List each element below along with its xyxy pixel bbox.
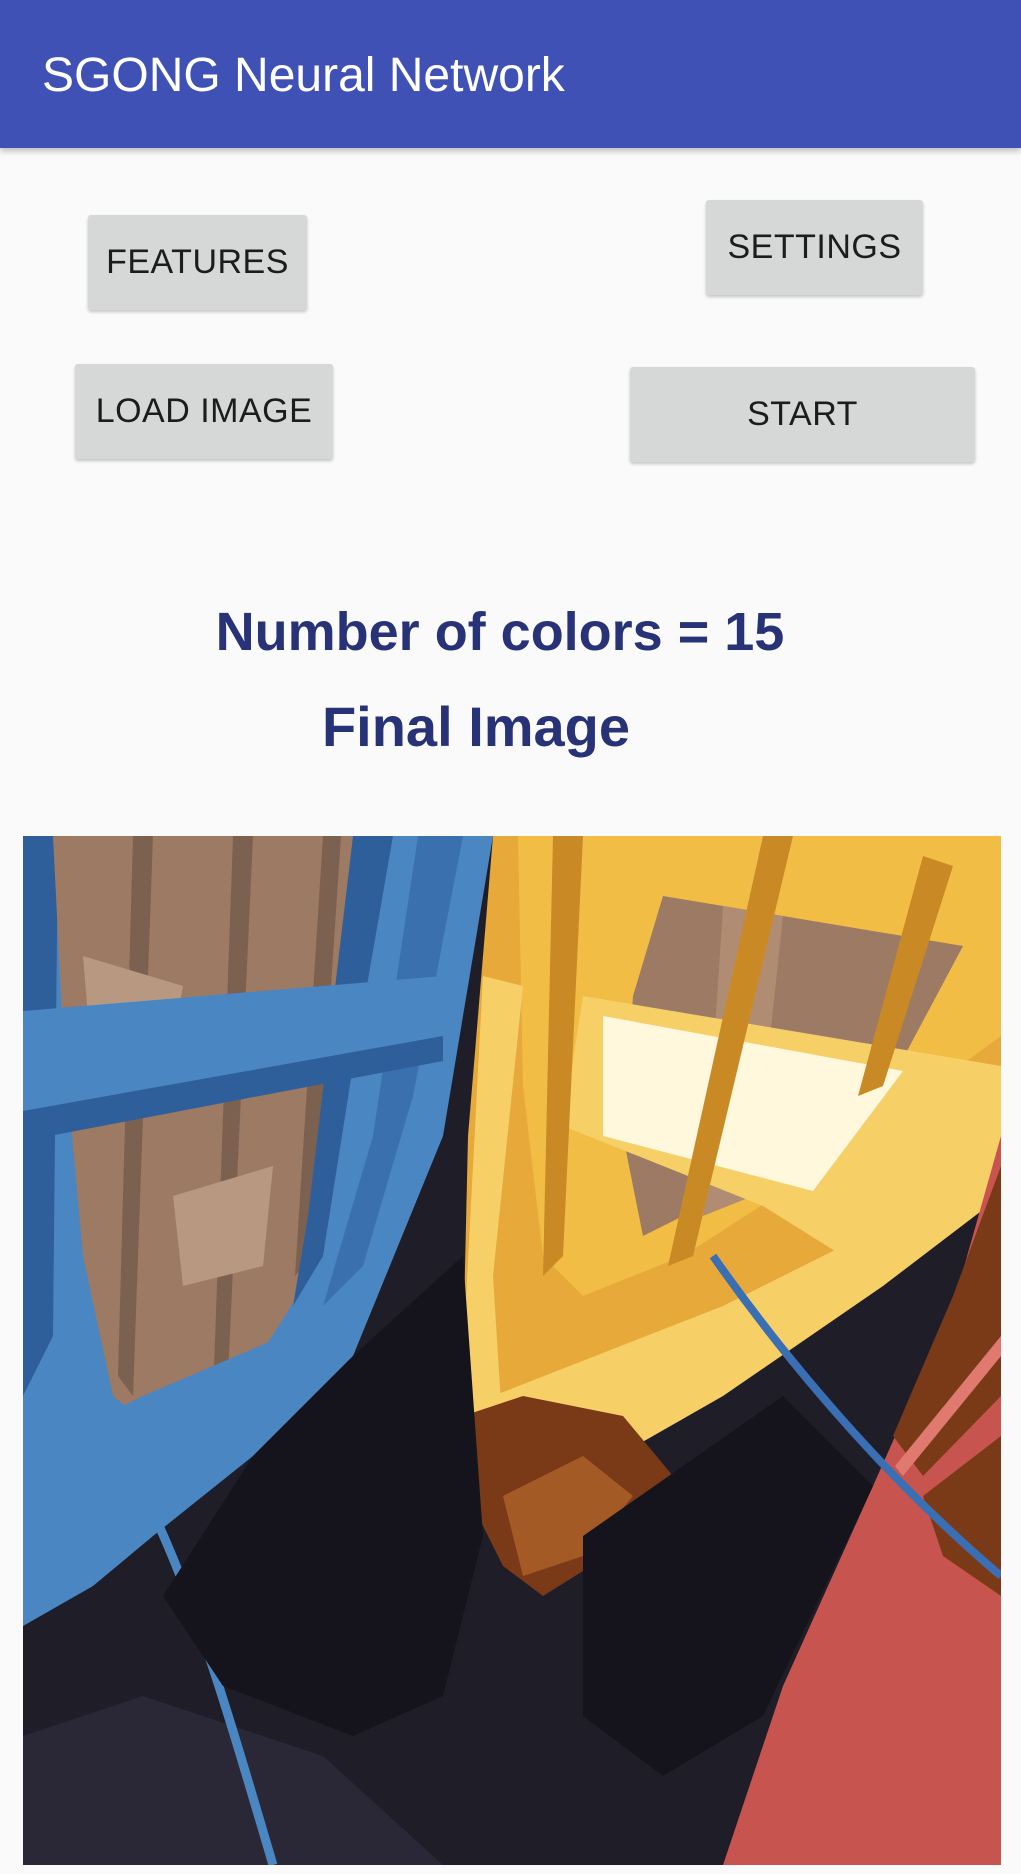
final-image [23, 836, 1001, 1865]
start-button[interactable]: START [630, 367, 975, 462]
final-image-title: Final Image [321, 695, 631, 758]
app-screen: SGONG Neural Network FEATURES SETTINGS L… [0, 0, 1021, 1874]
number-of-colors-label: Number of colors = 15 [215, 602, 785, 662]
load-image-button[interactable]: LOAD IMAGE [75, 364, 333, 459]
app-title: SGONG Neural Network [42, 49, 565, 102]
features-button[interactable]: FEATURES [88, 215, 307, 310]
app-bar: SGONG Neural Network [0, 0, 1021, 148]
quantized-boats-image [23, 836, 1001, 1865]
settings-button[interactable]: SETTINGS [706, 200, 923, 295]
